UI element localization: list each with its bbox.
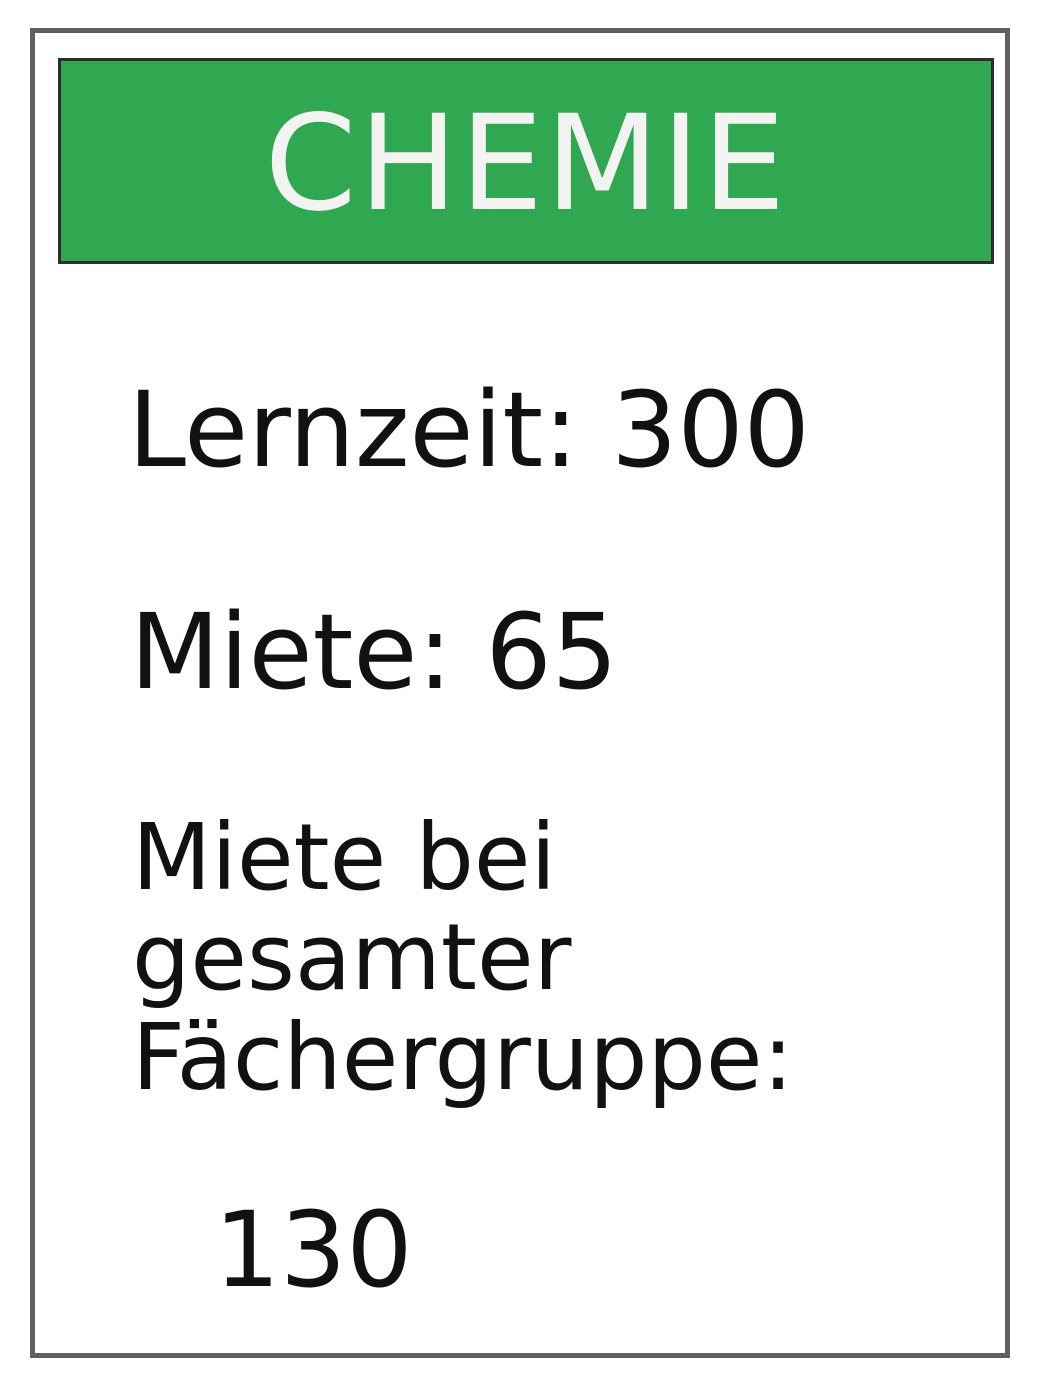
card-header: CHEMIE (58, 58, 994, 264)
card-title: CHEMIE (264, 87, 788, 241)
miete-bei-line-1: Miete bei (132, 804, 557, 911)
miete-bei-line-2: gesamter (132, 904, 572, 1011)
miete-bei-line-3: Fächergruppe: (132, 1004, 794, 1111)
miete-bei-value: 130 (214, 1189, 413, 1311)
miete-text: Miete: 65 (130, 591, 618, 713)
lernzeit-text: Lernzeit: 300 (128, 369, 810, 491)
page: CHEMIE Lernzeit: 300 Miete: 65 Miete bei… (0, 0, 1054, 1392)
miete-bei-gesamter-faechergruppe: Miete bei gesamter Fächergruppe: (132, 808, 992, 1108)
